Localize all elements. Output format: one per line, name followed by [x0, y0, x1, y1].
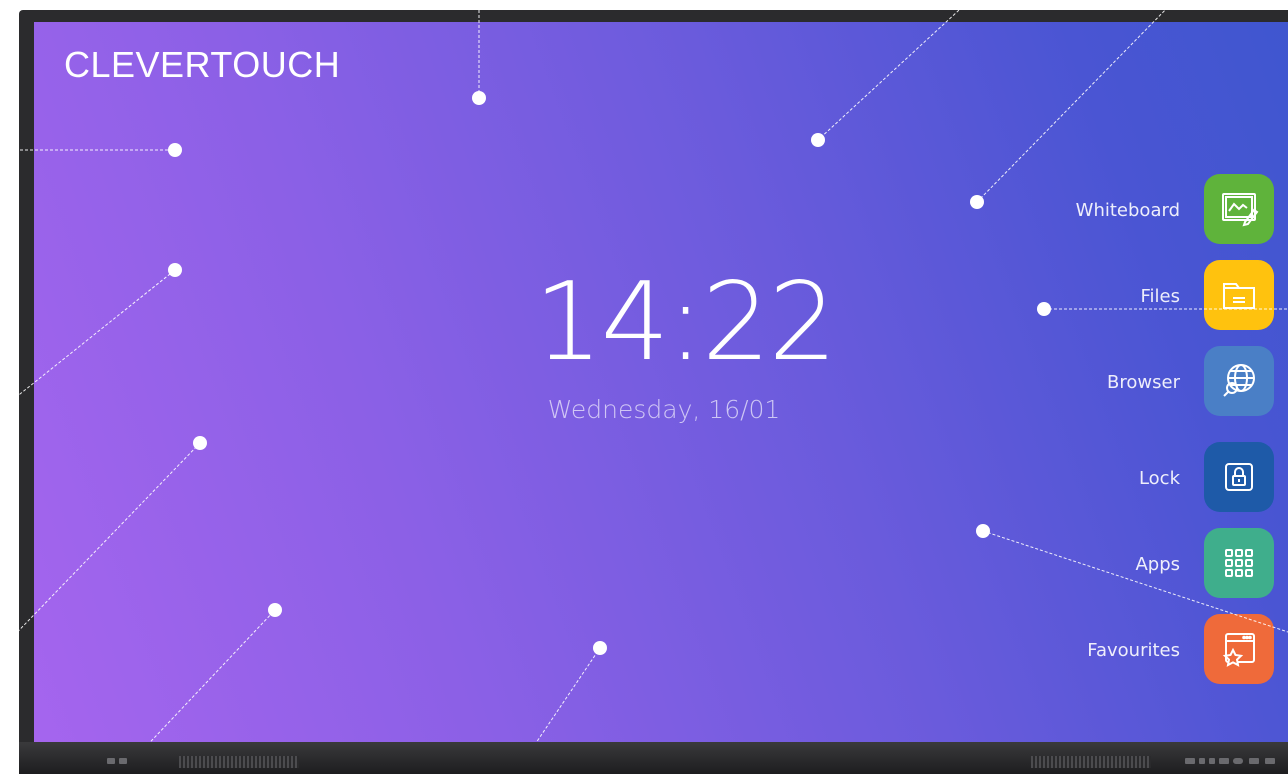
io-port — [1199, 758, 1205, 764]
callout-dot — [976, 524, 990, 538]
callout-dot — [970, 195, 984, 209]
io-port — [1249, 758, 1259, 764]
io-port — [1185, 758, 1195, 764]
io-port — [1265, 758, 1275, 764]
globe-search-icon[interactable] — [1204, 346, 1274, 416]
speaker-grille — [1031, 756, 1151, 768]
io-port — [1219, 758, 1229, 764]
power-button — [1233, 758, 1243, 764]
favourites-icon[interactable] — [1204, 614, 1274, 684]
launcher-files[interactable]: Files — [1034, 260, 1288, 332]
callout-dot — [593, 641, 607, 655]
launcher-label: Apps — [1135, 554, 1180, 575]
lock-icon[interactable] — [1204, 442, 1274, 512]
launcher-lock[interactable]: Lock — [1034, 442, 1288, 514]
callout-dot — [168, 143, 182, 157]
callout-dot — [472, 91, 486, 105]
folder-icon[interactable] — [1204, 260, 1274, 330]
clock-time: 14:22 — [534, 260, 837, 385]
whiteboard-icon[interactable] — [1204, 174, 1274, 244]
clock-date: Wednesday, 16/01 — [547, 395, 781, 424]
launcher-browser[interactable]: Browser — [1034, 346, 1288, 418]
callout-dot — [1037, 302, 1051, 316]
callout-dot — [168, 263, 182, 277]
home-screen: CLEVERTOUCH 14:22 Wednesday, 16/01 White… — [34, 22, 1288, 742]
brand-logo: CLEVERTOUCH — [64, 44, 341, 85]
speaker-grille — [179, 756, 299, 768]
launcher-label: Browser — [1107, 372, 1180, 393]
callout-dot — [811, 133, 825, 147]
launcher-whiteboard[interactable]: Whiteboard — [1034, 174, 1288, 246]
usb-port — [107, 758, 115, 764]
apps-grid-icon[interactable] — [1204, 528, 1274, 598]
usb-port — [119, 758, 127, 764]
callout-dot — [193, 436, 207, 450]
io-port — [1209, 758, 1215, 764]
launcher-favourites[interactable]: Favourites — [1034, 614, 1288, 686]
launcher-label: Favourites — [1087, 640, 1180, 661]
launcher-label: Lock — [1138, 468, 1180, 489]
launcher-label: Whiteboard — [1075, 200, 1180, 221]
display-bottom-bezel — [19, 742, 1288, 774]
callout-dot — [268, 603, 282, 617]
launcher-apps[interactable]: Apps — [1034, 528, 1288, 600]
launcher-label: Files — [1140, 286, 1181, 307]
